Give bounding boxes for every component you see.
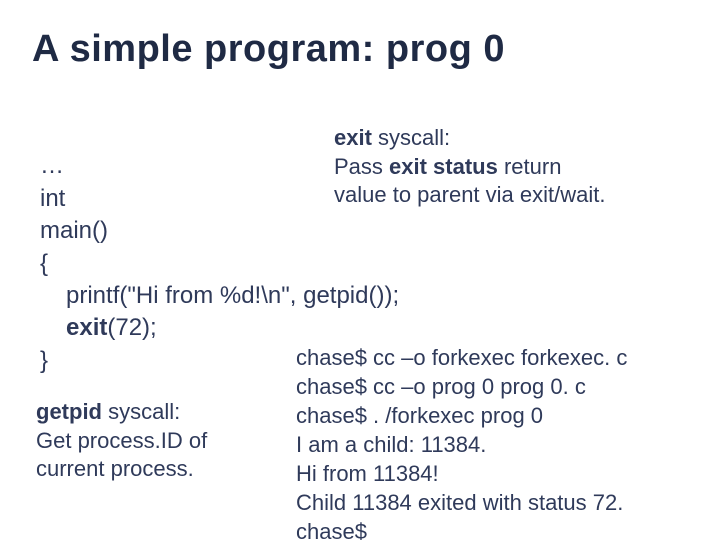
note-bold: exit status [389,154,498,179]
note-text: Pass [334,154,389,179]
code-line: printf("Hi from %d!\n", getpid()); [66,280,460,312]
terminal-line: chase$ cc –o prog 0 prog 0. c [296,374,586,399]
exit-syscall-note: exit syscall: Pass exit status return va… [334,124,694,210]
note-line: current process. [36,455,266,484]
note-line: exit syscall: [334,124,694,153]
note-text: return [498,154,562,179]
terminal-line: Hi from 11384! [296,461,439,486]
code-text: (72); [107,314,156,341]
note-line: getpid syscall: [36,398,266,427]
code-line: } [40,347,48,374]
page-title: A simple program: prog 0 [32,28,505,71]
terminal-line: chase$ . /forkexec prog 0 [296,403,543,428]
note-text: syscall: [102,399,180,424]
terminal-output: chase$ cc –o forkexec forkexec. c chase$… [296,314,716,540]
terminal-line: I am a child: 11384. [296,432,486,457]
code-line: { [40,250,48,277]
note-line: Pass exit status return [334,153,694,182]
note-text: syscall: [372,125,450,150]
slide: A simple program: prog 0 … int main() { … [0,0,720,540]
code-line: int [40,185,65,212]
terminal-line: chase$ cc –o forkexec forkexec. c [296,345,627,370]
code-keyword-exit: exit [66,314,107,341]
note-line: value to parent via exit/wait. [334,181,694,210]
getpid-syscall-note: getpid syscall: Get process.ID of curren… [36,398,266,484]
terminal-line: Child 11384 exited with status 72. [296,490,623,515]
terminal-line: chase$ [296,519,367,540]
code-line: … [40,152,64,179]
code-line: main() [40,217,108,244]
note-bold: getpid [36,399,102,424]
note-bold: exit [334,125,372,150]
note-line: Get process.ID of [36,427,266,456]
